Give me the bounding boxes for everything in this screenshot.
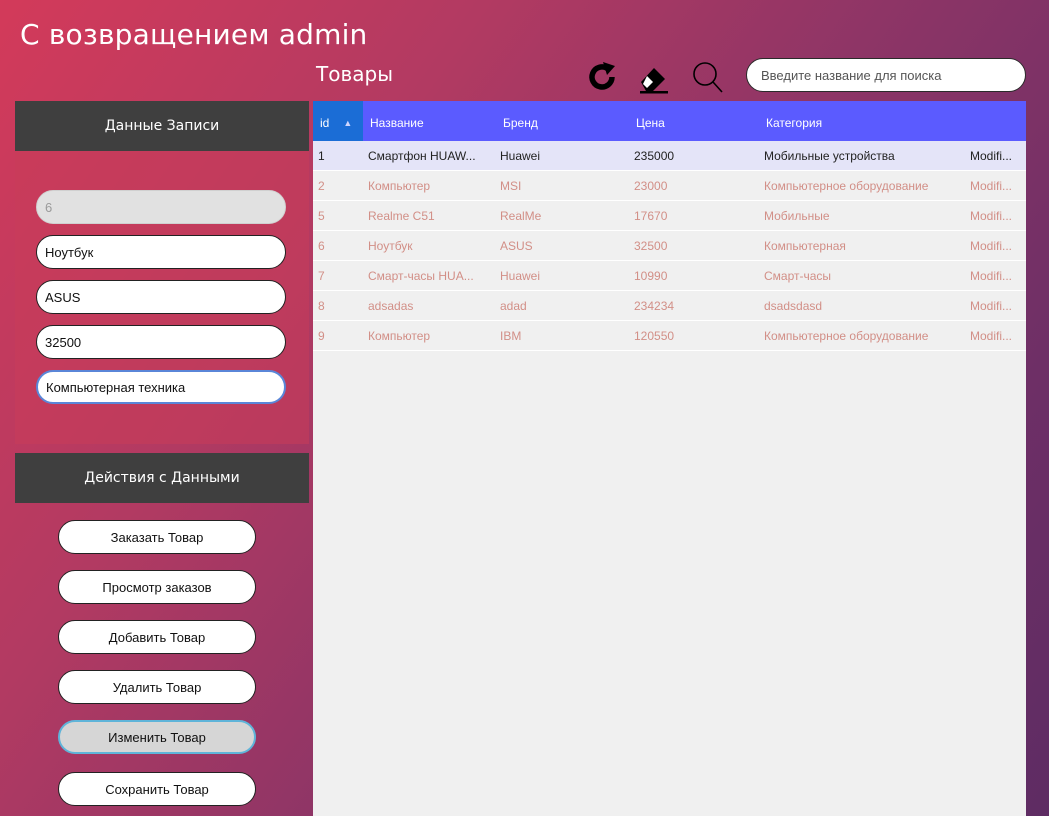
cell-id: 1 xyxy=(318,149,325,163)
cell-modified: Modifi... xyxy=(970,149,1013,163)
cell-brand: adad xyxy=(500,299,527,313)
cell-category: Мобильные устройства xyxy=(764,149,895,163)
table-header: id ▲ Название Бренд Цена Категория xyxy=(313,101,1026,141)
cell-price: 32500 xyxy=(634,239,668,253)
cell-modified: Modifi... xyxy=(970,239,1013,253)
cell-name: Компьютер xyxy=(368,329,431,343)
table-row[interactable]: 1 Смартфон HUAW... Huawei 235000 Мобильн… xyxy=(313,141,1026,171)
cell-brand: MSI xyxy=(500,179,522,193)
cell-modified: Modifi... xyxy=(970,209,1013,223)
refresh-icon[interactable] xyxy=(585,60,619,94)
delete-product-button[interactable]: Удалить Товар xyxy=(58,670,256,704)
cell-category: dsadsdasd xyxy=(764,299,823,313)
products-table[interactable]: id ▲ Название Бренд Цена Категория 1 Смар… xyxy=(313,101,1026,816)
table-row[interactable]: 7 Смарт-часы HUA... Huawei 10990 Смарт-ч… xyxy=(313,261,1026,291)
id-field[interactable] xyxy=(36,190,286,224)
cell-id: 9 xyxy=(318,329,325,343)
cell-brand: RealMe xyxy=(500,209,542,223)
cell-price: 234234 xyxy=(634,299,675,313)
edit-product-button[interactable]: Изменить Товар xyxy=(58,720,256,754)
cell-name: Realme C51 xyxy=(368,209,435,223)
eraser-icon[interactable] xyxy=(637,60,671,94)
cell-category: Компьютерное оборудование xyxy=(764,179,929,193)
table-row[interactable]: 9 Компьютер IBM 120550 Компьютерное обор… xyxy=(313,321,1026,351)
sort-ascending-icon: ▲ xyxy=(343,118,353,128)
cell-price: 17670 xyxy=(634,209,668,223)
cell-name: Смартфон HUAW... xyxy=(368,149,476,163)
table-row[interactable]: 8 adsadas adad 234234 dsadsdasd Modifi..… xyxy=(313,291,1026,321)
cell-name: Смарт-часы HUA... xyxy=(368,269,474,283)
column-header-category[interactable]: Категория xyxy=(766,101,822,141)
cell-category: Мобильные xyxy=(764,209,830,223)
brand-field[interactable] xyxy=(36,280,286,314)
table-row[interactable]: 5 Realme C51 RealMe 17670 Мобильные Modi… xyxy=(313,201,1026,231)
table-row[interactable]: 2 Компьютер MSI 23000 Компьютерное обору… xyxy=(313,171,1026,201)
cell-id: 8 xyxy=(318,299,325,313)
price-field[interactable] xyxy=(36,325,286,359)
cell-id: 2 xyxy=(318,179,325,193)
cell-price: 23000 xyxy=(634,179,668,193)
cell-brand: Huawei xyxy=(500,269,541,283)
cell-brand: ASUS xyxy=(500,239,533,253)
cell-price: 10990 xyxy=(634,269,668,283)
column-header-brand[interactable]: Бренд xyxy=(503,101,538,141)
cell-brand: IBM xyxy=(500,329,522,343)
search-input[interactable] xyxy=(746,58,1026,92)
column-header-id[interactable]: id ▲ xyxy=(313,101,363,141)
cell-modified: Modifi... xyxy=(970,329,1013,343)
cell-name: Компьютер xyxy=(368,179,431,193)
cell-category: Компьютерное оборудование xyxy=(764,329,929,343)
welcome-title: С возвращением admin xyxy=(20,18,368,51)
add-product-button[interactable]: Добавить Товар xyxy=(58,620,256,654)
cell-price: 235000 xyxy=(634,149,675,163)
record-data-header: Данные Записи xyxy=(15,101,309,151)
cell-category: Смарт-часы xyxy=(764,269,832,283)
cell-modified: Modifi... xyxy=(970,179,1013,193)
search-icon[interactable] xyxy=(690,60,724,94)
cell-name: adsadas xyxy=(368,299,414,313)
cell-name: Ноутбук xyxy=(368,239,413,253)
order-product-button[interactable]: Заказать Товар xyxy=(58,520,256,554)
category-field[interactable] xyxy=(36,370,286,404)
table-row[interactable]: 6 Ноутбук ASUS 32500 Компьютерная Modifi… xyxy=(313,231,1026,261)
cell-brand: Huawei xyxy=(500,149,541,163)
cell-modified: Modifi... xyxy=(970,299,1013,313)
name-field[interactable] xyxy=(36,235,286,269)
column-header-name[interactable]: Название xyxy=(370,101,424,141)
cell-price: 120550 xyxy=(634,329,675,343)
cell-id: 6 xyxy=(318,239,325,253)
cell-id: 7 xyxy=(318,269,325,283)
view-orders-button[interactable]: Просмотр заказов xyxy=(58,570,256,604)
data-actions-header: Действия с Данными xyxy=(15,453,309,503)
cell-category: Компьютерная xyxy=(764,239,846,253)
products-title: Товары xyxy=(316,62,393,86)
cell-id: 5 xyxy=(318,209,325,223)
column-header-price[interactable]: Цена xyxy=(636,101,665,141)
cell-modified: Modifi... xyxy=(970,269,1013,283)
save-product-button[interactable]: Сохранить Товар xyxy=(58,772,256,806)
